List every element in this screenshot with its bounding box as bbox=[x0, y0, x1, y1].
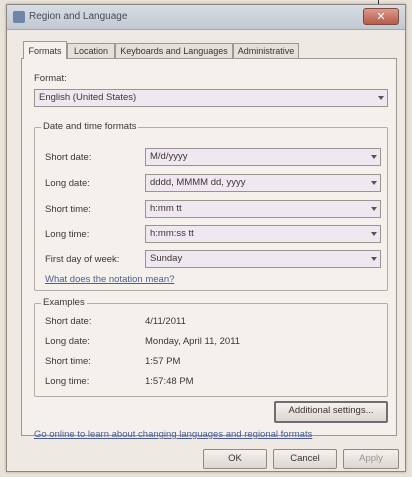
long-date-dropdown[interactable]: dddd, MMMM dd, yyyy bbox=[145, 174, 381, 192]
window-title: Region and Language bbox=[29, 11, 128, 22]
apply-button[interactable]: Apply bbox=[343, 449, 399, 469]
close-icon: ✕ bbox=[376, 11, 386, 23]
long-time-dropdown[interactable]: h:mm:ss tt bbox=[145, 225, 381, 243]
tab-location[interactable]: Location bbox=[67, 43, 115, 58]
first-day-dropdown[interactable]: Sunday bbox=[145, 250, 381, 268]
example-long-time-value: 1:57:48 PM bbox=[145, 376, 194, 387]
date-time-formats-group: Date and time formats Short date: M/d/yy… bbox=[34, 121, 388, 291]
examples-group: Examples Short date: 4/11/2011 Long date… bbox=[34, 297, 388, 397]
additional-settings-button[interactable]: Additional settings... bbox=[274, 401, 388, 423]
ok-button[interactable]: OK bbox=[203, 449, 267, 469]
region-language-dialog: Region and Language ✕ Formats Location K… bbox=[6, 4, 406, 472]
first-day-value: Sunday bbox=[150, 253, 183, 264]
short-time-label: Short time: bbox=[45, 204, 91, 215]
chevron-down-icon bbox=[371, 257, 377, 261]
online-regional-formats-link[interactable]: Go online to learn about changing langua… bbox=[34, 429, 312, 440]
example-short-date-label: Short date: bbox=[45, 316, 92, 327]
formats-panel: Format: English (United States) Date and… bbox=[21, 58, 397, 440]
long-time-value: h:mm:ss tt bbox=[150, 228, 194, 239]
short-time-value: h:mm tt bbox=[150, 203, 182, 214]
chevron-down-icon bbox=[371, 155, 377, 159]
title-bar[interactable]: Region and Language ✕ bbox=[7, 5, 405, 30]
example-short-time-value: 1:57 PM bbox=[145, 356, 181, 367]
examples-group-title: Examples bbox=[41, 297, 87, 308]
tab-administrative[interactable]: Administrative bbox=[233, 43, 299, 58]
long-date-label: Long date: bbox=[45, 178, 90, 189]
first-day-label: First day of week: bbox=[45, 254, 120, 265]
notation-help-link[interactable]: What does the notation mean? bbox=[45, 274, 174, 285]
example-short-date-value: 4/11/2011 bbox=[145, 316, 186, 327]
chevron-down-icon bbox=[371, 181, 377, 185]
date-time-group-title: Date and time formats bbox=[41, 121, 139, 132]
format-dropdown[interactable]: English (United States) bbox=[34, 89, 388, 107]
short-date-dropdown[interactable]: M/d/yyyy bbox=[145, 148, 381, 166]
short-date-value: M/d/yyyy bbox=[150, 151, 188, 162]
tab-keyboards-languages[interactable]: Keyboards and Languages bbox=[115, 43, 233, 58]
chevron-down-icon bbox=[371, 232, 377, 236]
example-long-date-label: Long date: bbox=[45, 336, 90, 347]
chevron-down-icon bbox=[378, 96, 384, 100]
long-time-label: Long time: bbox=[45, 229, 90, 240]
example-long-time-label: Long time: bbox=[45, 376, 90, 387]
chevron-down-icon bbox=[371, 207, 377, 211]
cancel-button[interactable]: Cancel bbox=[273, 449, 337, 469]
close-button[interactable]: ✕ bbox=[363, 8, 399, 25]
example-short-time-label: Short time: bbox=[45, 356, 91, 367]
format-label: Format: bbox=[34, 73, 67, 84]
format-value: English (United States) bbox=[39, 92, 137, 103]
example-long-date-value: Monday, April 11, 2011 bbox=[145, 336, 241, 347]
region-globe-icon bbox=[13, 11, 25, 23]
short-time-dropdown[interactable]: h:mm tt bbox=[145, 200, 381, 218]
tab-formats[interactable]: Formats bbox=[23, 41, 67, 59]
short-date-label: Short date: bbox=[45, 152, 92, 163]
long-date-value: dddd, MMMM dd, yyyy bbox=[150, 177, 246, 188]
